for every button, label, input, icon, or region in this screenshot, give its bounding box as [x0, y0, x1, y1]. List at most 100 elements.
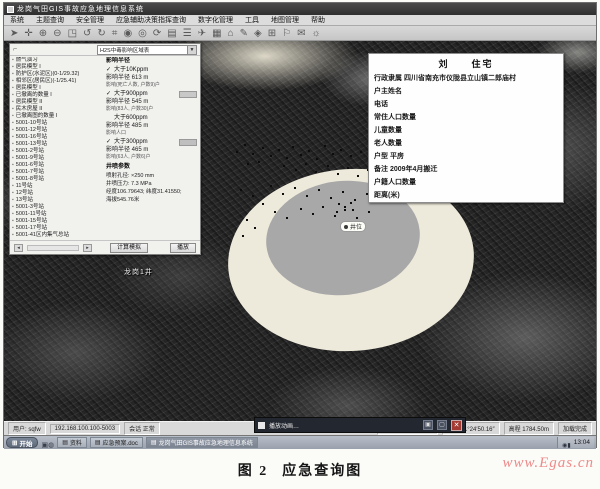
- house-dot: [342, 191, 344, 193]
- taskbar-task-button[interactable]: ▤龙岗气田GIS事故应急地理信息系统: [146, 437, 258, 448]
- playback-button-1[interactable]: ▣: [423, 420, 433, 430]
- layer-tree-item[interactable]: 5001-17号站: [12, 225, 102, 232]
- measure-icon[interactable]: ⌗: [112, 27, 118, 40]
- close-icon[interactable]: ✕: [451, 420, 462, 431]
- legend-icon[interactable]: ☰: [183, 27, 192, 40]
- system-tray: ◉▮ 13:04: [557, 437, 594, 448]
- layer-tree-item[interactable]: 5001-9号站: [12, 155, 102, 162]
- layer-tree-item[interactable]: 5001-16号站: [12, 134, 102, 141]
- checkbox-icon[interactable]: ✓: [106, 138, 112, 146]
- house-dot: [242, 235, 244, 237]
- well-marker-label: 井位: [350, 222, 362, 231]
- layer-tree-item[interactable]: 5001-13号站: [12, 141, 102, 148]
- layer-tree-item[interactable]: 5001-7号站: [12, 169, 102, 176]
- scroll-right-icon[interactable]: ▸: [83, 244, 92, 252]
- zoom-out-icon[interactable]: ⊖: [53, 27, 61, 40]
- layer-tree-item[interactable]: 相邻区(居民区)(-1/25.41): [12, 78, 102, 85]
- title-bar[interactable]: 龙岗气田GIS事故应急地理信息系统: [4, 3, 596, 15]
- layer-tree-item[interactable]: 已撤离的数量 I: [12, 92, 102, 99]
- zone-color-swatch: [179, 139, 197, 146]
- chevron-down-icon[interactable]: ▼: [187, 46, 196, 54]
- north-arrow-icon[interactable]: ✈: [198, 27, 206, 40]
- menu-item[interactable]: 应急辅助决策指挥查询: [110, 15, 192, 25]
- help-icon[interactable]: ☼: [311, 27, 320, 40]
- layer-tree-item[interactable]: 12号站: [12, 190, 102, 197]
- house-dot: [368, 211, 370, 213]
- browser-icon[interactable]: ◍: [48, 442, 54, 449]
- house-dot: [274, 211, 276, 213]
- playback-button-2[interactable]: ▢: [437, 420, 447, 430]
- find-icon[interactable]: ◎: [138, 27, 147, 40]
- scroll-left-icon[interactable]: ◂: [14, 244, 23, 252]
- zoom-in-icon[interactable]: ⊕: [39, 27, 47, 40]
- full-extent-icon[interactable]: ◳: [68, 27, 77, 40]
- stop-icon[interactable]: [258, 422, 265, 429]
- taskbar-task-button[interactable]: ▤资料: [57, 437, 87, 448]
- layer-tree-item[interactable]: 已撤离图的数量 I: [12, 113, 102, 120]
- layer-tree-item[interactable]: 居民模型 I: [12, 64, 102, 71]
- play-button[interactable]: 播放: [170, 243, 196, 253]
- checkbox-icon[interactable]: ✓: [106, 90, 112, 98]
- print-icon[interactable]: ⌂: [228, 27, 234, 40]
- layer-tree-item[interactable]: 防护区(水泥区)(0-1/29.32): [12, 71, 102, 78]
- calculate-button[interactable]: 计算模拟: [110, 243, 148, 253]
- house-dot: [278, 149, 280, 151]
- next-extent-icon[interactable]: ↻: [97, 27, 105, 40]
- layer-tree-item[interactable]: 5001-8号站: [12, 176, 102, 183]
- house-dot: [336, 211, 338, 213]
- mail-icon[interactable]: ✉: [297, 27, 305, 40]
- radius-group-row: ✓大于10Kppm: [106, 66, 199, 74]
- buffer-icon[interactable]: ◈: [254, 27, 262, 40]
- menu-item[interactable]: 安全管理: [70, 15, 110, 25]
- layer-tree-item[interactable]: 5001-2号站: [12, 148, 102, 155]
- layer-tree-item[interactable]: 居民模型 I: [12, 85, 102, 92]
- layer-tree-item[interactable]: 燃气演习: [12, 57, 102, 64]
- panel-footer: ◂ ▸ 计算模拟 播放: [10, 240, 200, 254]
- house-dot: [294, 187, 296, 189]
- layer-tree-item[interactable]: 13号站: [12, 197, 102, 204]
- taskbar-task-button[interactable]: ▤应急预案.doc: [90, 437, 143, 448]
- previous-extent-icon[interactable]: ↺: [83, 27, 91, 40]
- layers-icon[interactable]: ▤: [167, 27, 176, 40]
- quick-launch: ▣◍: [41, 434, 54, 452]
- layer-tree-item[interactable]: 5001-10号站: [12, 120, 102, 127]
- task-buttons: ▤资料▤应急预案.doc▤龙岗气田GIS事故应急地理信息系统: [57, 437, 258, 448]
- panel-grip-icon[interactable]: ⌐: [13, 46, 17, 53]
- start-button[interactable]: ⊞ 开始: [6, 437, 38, 448]
- select-icon[interactable]: ➤: [10, 27, 18, 40]
- layer-tree-item[interactable]: 11号站: [12, 183, 102, 190]
- house-dot: [315, 171, 317, 173]
- menu-item[interactable]: 帮助: [305, 15, 331, 25]
- menu-item[interactable]: 数字化管理: [192, 15, 239, 25]
- layer-tree-item[interactable]: 5001-12号站: [12, 127, 102, 134]
- layer-tree-item[interactable]: 5001-41区内集气总站: [12, 232, 102, 239]
- analysis-type-dropdown[interactable]: H2S中毒影响区域表 ▼: [97, 45, 197, 55]
- layer-tree-item[interactable]: 5001-6号站: [12, 162, 102, 169]
- house-dot: [360, 151, 362, 153]
- layer-tree-item[interactable]: 5001-3号站: [12, 204, 102, 211]
- flag-icon[interactable]: ⚐: [282, 27, 291, 40]
- layer-tree-item[interactable]: 民木房屋 II: [12, 106, 102, 113]
- house-dot: [344, 206, 346, 208]
- layer-tree-item[interactable]: 5001-15号站: [12, 218, 102, 225]
- menu-item[interactable]: 主题查询: [30, 15, 70, 25]
- menu-item[interactable]: 地图管理: [265, 15, 305, 25]
- identify-icon[interactable]: ◉: [123, 27, 132, 40]
- refresh-icon[interactable]: ⟳: [153, 27, 161, 40]
- threshold-label: 大于10Kppm: [114, 66, 148, 74]
- query-icon[interactable]: ⊞: [268, 27, 276, 40]
- draw-icon[interactable]: ✎: [240, 27, 248, 40]
- layer-tree-item[interactable]: 5001-11号站: [12, 211, 102, 218]
- checkbox-icon[interactable]: ✓: [106, 66, 112, 74]
- house-dot: [344, 209, 346, 211]
- layer-tree-item[interactable]: 居民模型 II: [12, 99, 102, 106]
- network-icon[interactable]: ▮: [567, 443, 570, 449]
- pan-icon[interactable]: ✛: [24, 27, 32, 40]
- well-marker-bubble[interactable]: 井位: [340, 221, 366, 232]
- radius-value: 影响半径 485 m: [106, 122, 199, 130]
- menu-item[interactable]: 系统: [4, 15, 30, 25]
- h-scrollbar[interactable]: [27, 245, 79, 251]
- overview-icon[interactable]: ▦: [212, 27, 221, 40]
- layer-tree[interactable]: 燃气演习居民模型 I防护区(水泥区)(0-1/29.32)相邻区(居民区)(-1…: [12, 57, 102, 241]
- menu-item[interactable]: 工具: [239, 15, 265, 25]
